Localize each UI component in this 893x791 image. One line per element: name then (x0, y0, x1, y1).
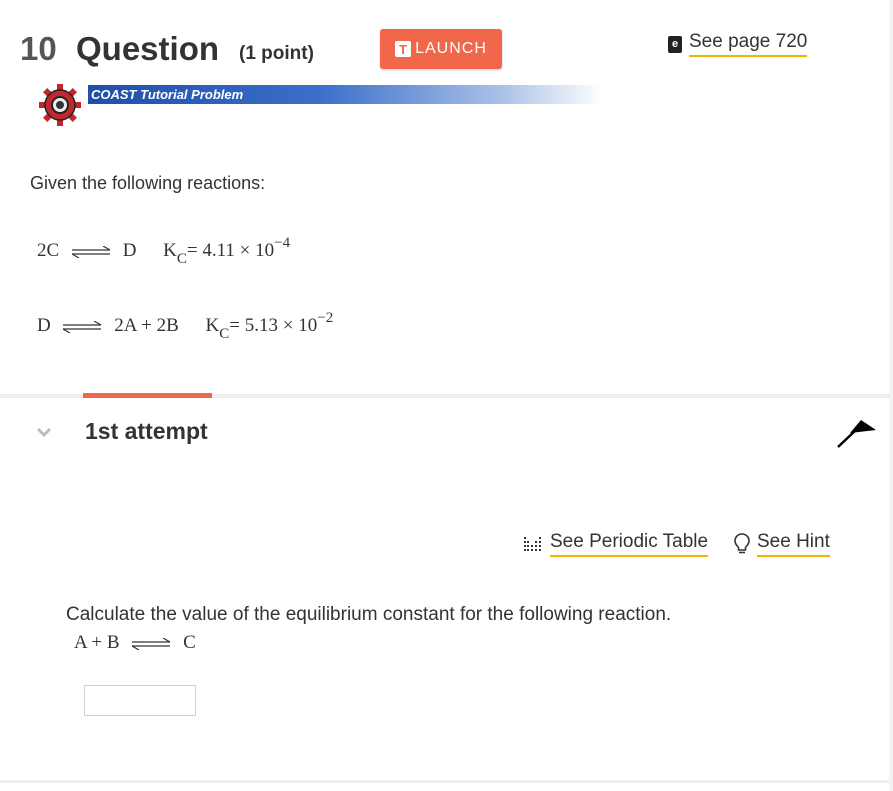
question-title: Question (76, 30, 220, 67)
equilibrium-arrow-icon (63, 320, 102, 333)
reaction-2-k-label: K (205, 315, 220, 336)
ebook-icon: e (668, 35, 682, 53)
reaction-2-left: D (37, 315, 51, 336)
see-hint-link[interactable]: See Hint (734, 531, 830, 557)
attempt-tab-indicator (83, 393, 212, 398)
launch-button[interactable]: T LAUNCH (380, 29, 502, 69)
reaction-1: 2C D KC= 4.11 × 10−4 (37, 235, 290, 267)
chevron-down-icon[interactable] (35, 425, 53, 439)
right-edge-border (889, 0, 893, 791)
reaction-1-right: D (122, 240, 137, 261)
reaction-3-left: A + B (74, 632, 120, 653)
question-prompt: Calculate the value of the equilibrium c… (66, 604, 672, 625)
reaction-2: D 2A + 2B KC= 5.13 × 10−2 (37, 310, 333, 342)
reaction-3: A + B C (74, 632, 196, 654)
question-number: 10 (20, 30, 57, 67)
reaction-1-k-value: = 4.11 × 10 (186, 240, 275, 261)
reaction-1-k-label: K (163, 240, 177, 261)
reaction-1-left: 2C (37, 240, 60, 261)
lightbulb-icon (734, 533, 750, 554)
reaction-2-k-sub: C (219, 326, 230, 342)
see-page-label: See page 720 (689, 31, 808, 57)
reaction-3-right: C (183, 632, 196, 653)
coast-banner: COAST Tutorial Problem (88, 85, 603, 104)
periodic-table-icon (524, 537, 541, 551)
bottom-divider (0, 780, 893, 783)
reaction-1-k-sub: C (176, 251, 187, 267)
flag-icon[interactable] (836, 418, 878, 450)
equilibrium-arrow-icon (71, 245, 111, 258)
reaction-2-k-exp: −2 (317, 310, 334, 326)
question-points: (1 point) (239, 43, 314, 64)
equilibrium-arrow-icon (132, 637, 171, 650)
reaction-2-k-value: = 5.13 × 10 (229, 315, 318, 336)
see-periodic-table-label: See Periodic Table (550, 531, 709, 557)
answer-input[interactable] (84, 685, 196, 716)
see-page-link[interactable]: e See page 720 (668, 31, 808, 57)
gear-icon (39, 84, 81, 126)
launch-icon: T (395, 41, 412, 57)
attempt-label[interactable]: 1st attempt (85, 418, 208, 445)
reaction-1-k-exp: −4 (274, 235, 291, 251)
launch-label: LAUNCH (415, 40, 487, 57)
given-text: Given the following reactions: (30, 173, 266, 193)
see-periodic-table-link[interactable]: See Periodic Table (523, 531, 709, 557)
see-hint-label: See Hint (757, 531, 830, 557)
reaction-2-right: 2A + 2B (114, 315, 179, 336)
